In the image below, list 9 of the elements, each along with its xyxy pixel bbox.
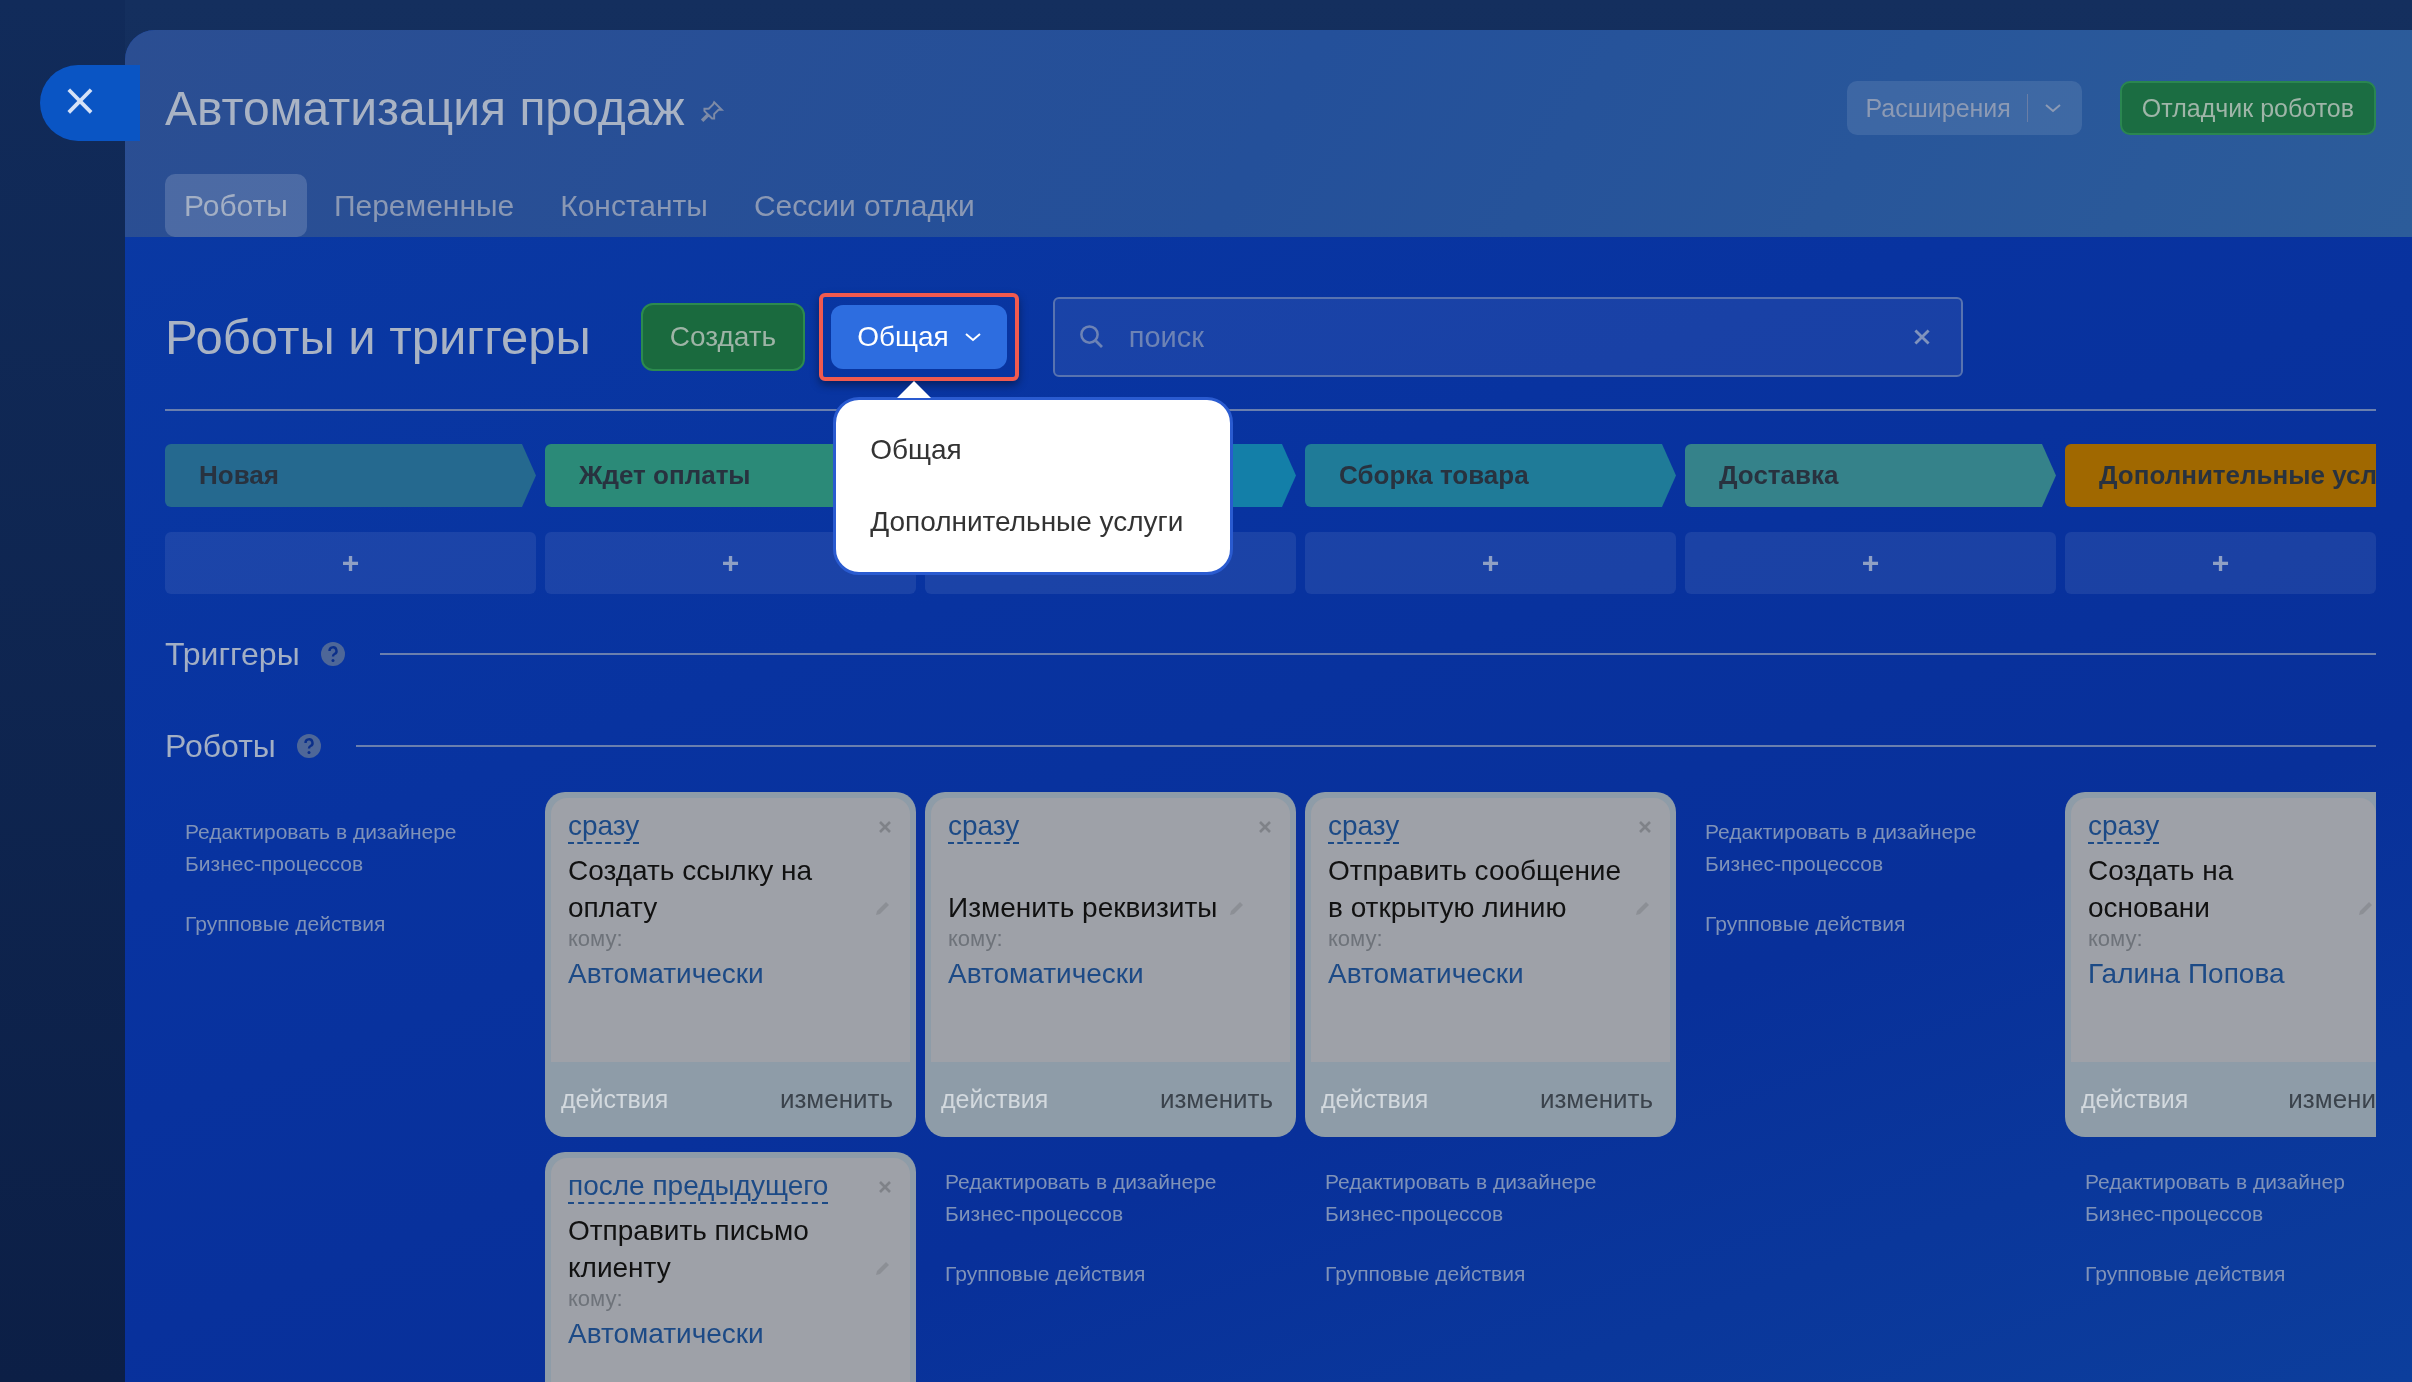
section-title: Роботы (165, 727, 276, 765)
robot-title: Отправить сообщение в открытую линию (1328, 854, 1623, 926)
page-title: Автоматизация продаж (165, 80, 685, 136)
robot-title: Создать ссылку на оплату (568, 854, 814, 926)
section-heading: Роботы и триггеры (165, 309, 591, 365)
robot-title: Изменить реквизиты (948, 891, 1218, 926)
robot-title: Отправить письмо клиенту (568, 1214, 810, 1286)
section-title: Триггеры (165, 635, 300, 673)
robot-title: Создать на основани (2088, 854, 2235, 926)
